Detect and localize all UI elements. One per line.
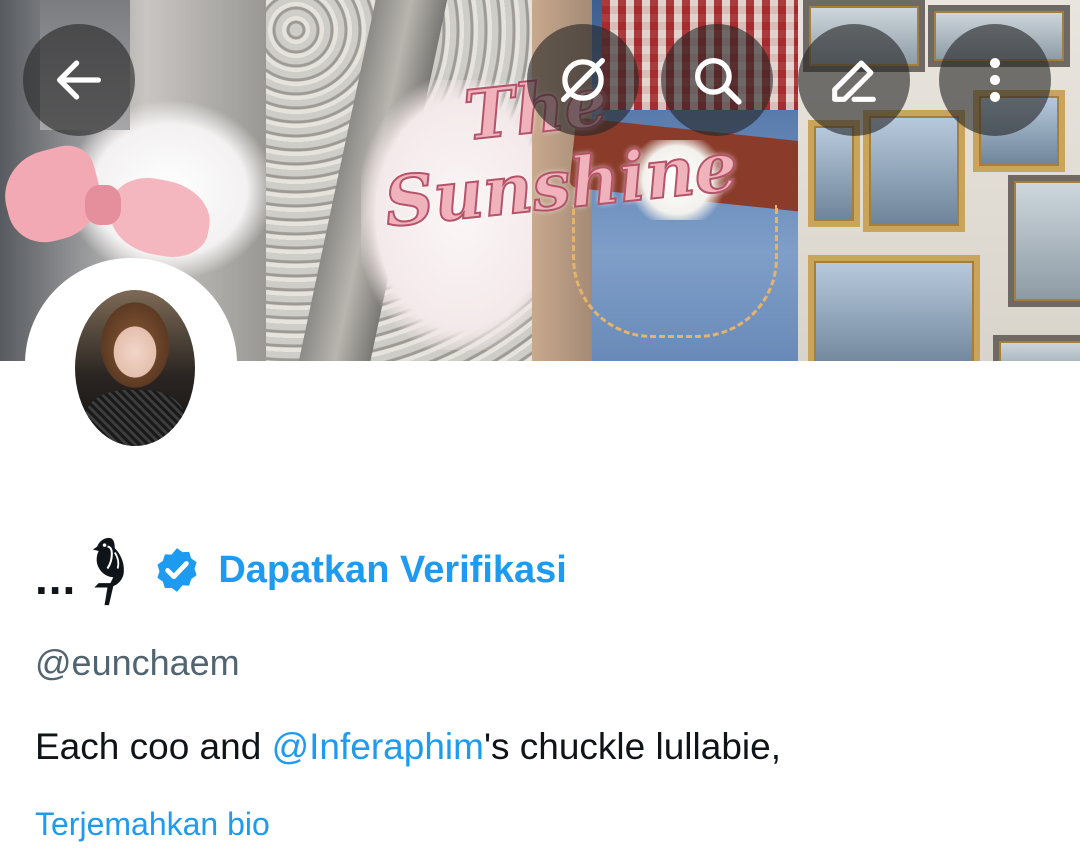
more-vertical-icon (989, 58, 1001, 102)
get-verified-link[interactable]: Dapatkan Verifikasi (218, 549, 567, 592)
profile-name-row: ... Dapatkan Verifikasi (35, 530, 567, 610)
bio-text-prefix: Each coo and (35, 726, 272, 767)
bio-text-suffix: 's chuckle lullabie, (483, 726, 781, 767)
search-icon (695, 58, 742, 105)
arrow-left-icon (57, 60, 101, 100)
display-name: ... (35, 552, 77, 604)
profile-handle: @eunchaem (35, 642, 240, 683)
avatar[interactable] (75, 290, 195, 446)
edit-button[interactable] (798, 24, 910, 136)
falcon-icon (93, 537, 125, 606)
grok-icon (561, 58, 605, 102)
grok-button[interactable] (527, 24, 639, 136)
bio-mention-link[interactable]: @Inferaphim (272, 726, 484, 767)
pencil-icon (832, 60, 876, 102)
verified-badge-icon[interactable] (152, 545, 202, 595)
profile-bio: Each coo and @Inferaphim's chuckle lulla… (35, 726, 781, 768)
translate-bio-link[interactable]: Terjemahkan bio (35, 806, 270, 843)
search-button[interactable] (661, 24, 773, 136)
back-button[interactable] (23, 24, 135, 136)
more-options-button[interactable] (939, 24, 1051, 136)
